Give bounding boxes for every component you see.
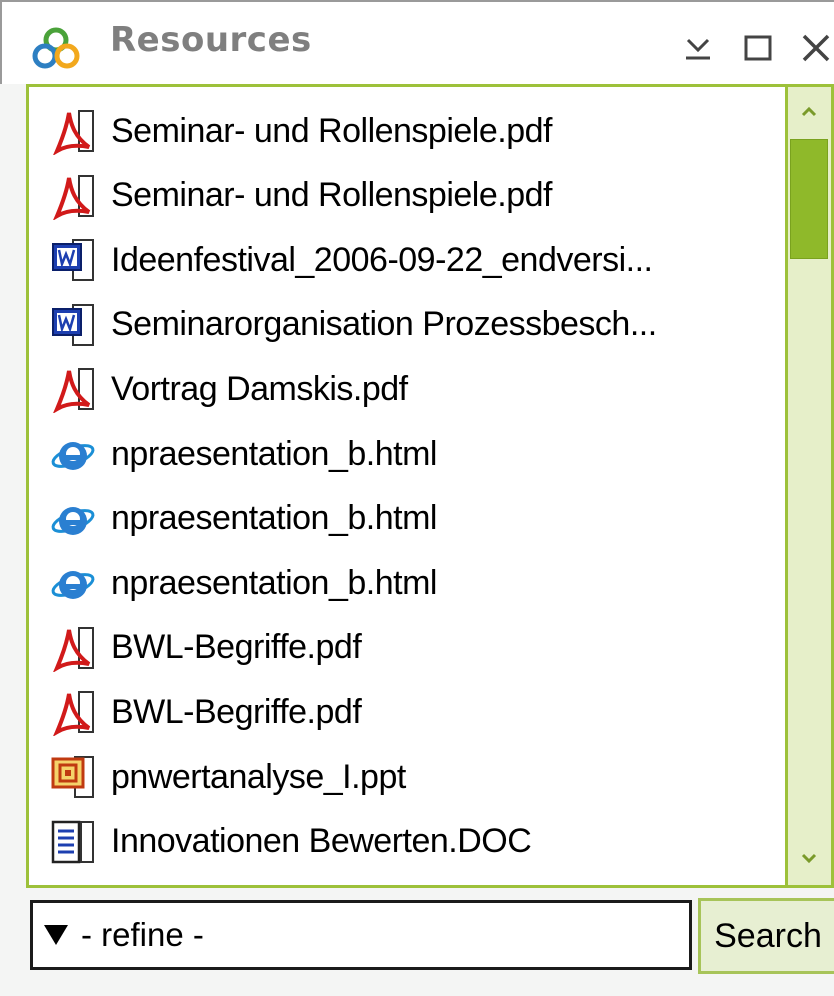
- resource-item[interactable]: [29, 874, 783, 885]
- resource-item-name: npraesentation_b.html: [111, 499, 437, 538]
- resource-item-name: Seminarorganisation Prozessbesch...: [111, 305, 657, 344]
- resource-item-name: Seminar- und Rollenspiele.pdf: [111, 176, 552, 215]
- resource-item-name: BWL-Begriffe.pdf: [111, 692, 362, 731]
- html-ie-icon: [49, 559, 97, 607]
- pdf-icon: [49, 172, 97, 221]
- resources-logo-icon: [32, 26, 80, 72]
- resource-item[interactable]: BWL-Begriffe.pdf: [29, 680, 783, 744]
- resource-item[interactable]: Seminar- und Rollenspiele.pdf: [29, 164, 783, 228]
- resource-item-name: pnwertanalyse_I.ppt: [111, 757, 406, 796]
- text-doc-icon: [49, 818, 97, 866]
- resource-item[interactable]: Seminar- und Rollenspiele.pdf: [29, 99, 783, 163]
- panel-title: Resources: [110, 20, 312, 60]
- resource-item[interactable]: BWL-Begriffe.pdf: [29, 616, 783, 680]
- maximize-icon[interactable]: [738, 28, 778, 68]
- powerpoint-icon: [49, 882, 97, 885]
- resource-item-name: npraesentation_b.html: [111, 434, 437, 473]
- resource-item-name: Seminar- und Rollenspiele.pdf: [111, 111, 552, 150]
- powerpoint-icon: [49, 753, 97, 801]
- resource-list: Seminar- und Rollenspiele.pdf Seminar- un…: [26, 84, 834, 888]
- search-button[interactable]: Search: [698, 898, 834, 974]
- resource-item[interactable]: Seminarorganisation Prozessbesch...: [29, 293, 783, 357]
- close-icon[interactable]: [796, 28, 834, 68]
- resource-item[interactable]: Ideenfestival_2006-09-22_endversi...: [29, 228, 783, 292]
- resource-item[interactable]: pnwertanalyse_I.ppt: [29, 745, 783, 809]
- vertical-scrollbar[interactable]: [785, 87, 831, 885]
- minimize-icon[interactable]: [678, 28, 718, 68]
- refine-input-value: - refine -: [81, 916, 204, 953]
- pdf-icon: [49, 688, 97, 738]
- resource-item[interactable]: npraesentation_b.html: [29, 422, 783, 486]
- html-ie-icon: [49, 430, 97, 478]
- resource-item-name: BWL-Begriffe.pdf: [111, 628, 362, 667]
- resource-item[interactable]: Innovationen Bewerten.DOC: [29, 810, 783, 874]
- word-doc-icon: [49, 301, 97, 349]
- search-bar: - refine - Search: [26, 888, 834, 996]
- pdf-icon: [49, 365, 97, 415]
- resource-item-name: Innovationen Bewerten.DOC: [111, 822, 532, 861]
- resource-item[interactable]: npraesentation_b.html: [29, 487, 783, 551]
- html-ie-icon: [49, 495, 97, 543]
- resource-item-name: Vortrag Damskis.pdf: [111, 369, 408, 408]
- word-doc-icon: [49, 236, 97, 284]
- dropdown-triangle-icon[interactable]: [43, 923, 69, 947]
- pdf-icon: [49, 107, 97, 156]
- resource-list-items: Seminar- und Rollenspiele.pdf Seminar- un…: [29, 87, 783, 885]
- refine-input[interactable]: - refine -: [30, 900, 692, 970]
- scroll-thumb[interactable]: [790, 139, 828, 259]
- resource-item-name: npraesentation_b.html: [111, 563, 437, 602]
- resource-item-name: Ideenfestival_2006-09-22_endversi...: [111, 240, 653, 279]
- scroll-down-icon[interactable]: [790, 833, 828, 881]
- resource-item[interactable]: Vortrag Damskis.pdf: [29, 357, 783, 421]
- scroll-up-icon[interactable]: [790, 91, 828, 139]
- resource-item[interactable]: npraesentation_b.html: [29, 551, 783, 615]
- pdf-icon: [49, 624, 97, 673]
- panel-header: Resources: [0, 0, 834, 84]
- resources-panel: Resources Seminar- und Rollenspiele.pdf S…: [0, 0, 834, 996]
